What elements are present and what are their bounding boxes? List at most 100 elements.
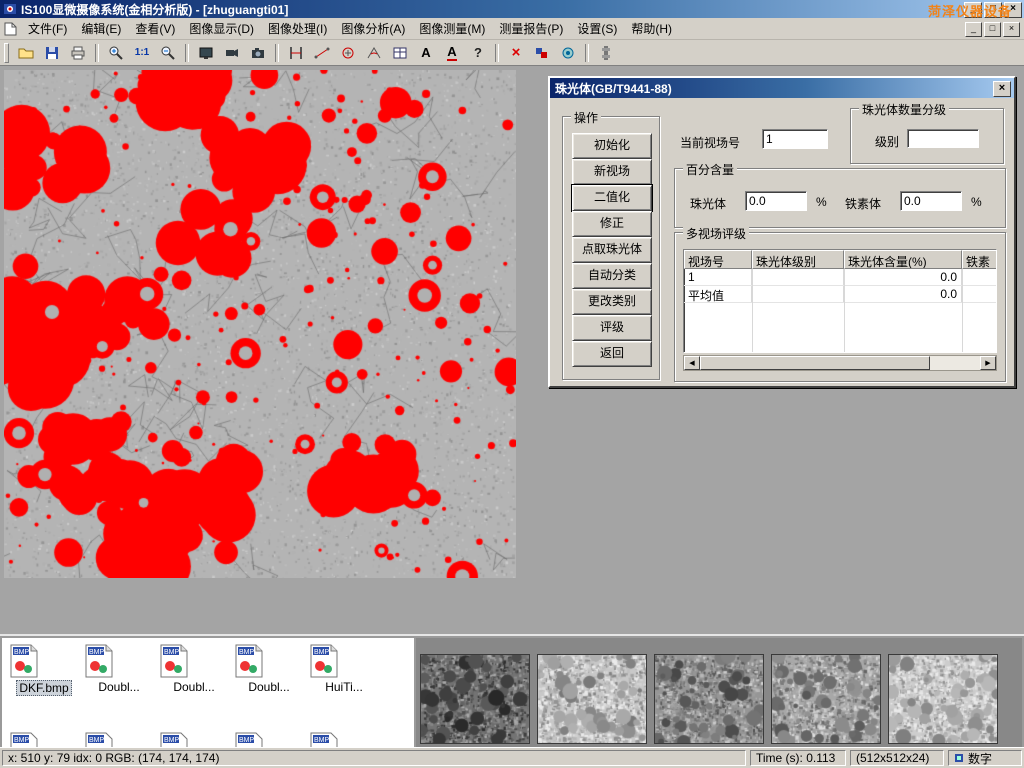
pearlite-percent-input[interactable] <box>745 191 807 211</box>
help-icon[interactable]: ? <box>466 42 490 64</box>
binarize-button[interactable]: 二值化 <box>572 185 652 211</box>
toolbar-separator <box>185 44 189 62</box>
calibration-icon[interactable] <box>556 42 580 64</box>
scrollbar-thumb[interactable] <box>700 356 930 370</box>
window-title: IS100显微摄像系统(金相分析版) - [zhuguangti01] <box>21 1 288 18</box>
file-item[interactable]: BMP DKF.bmp <box>8 644 80 699</box>
svg-text:BMP: BMP <box>14 737 30 744</box>
scroll-left-icon[interactable]: ◀ <box>684 356 700 370</box>
current-view-label: 当前视场号 <box>680 134 740 151</box>
menu-image-analysis[interactable]: 图像分析(A) <box>334 18 412 39</box>
auto-classify-button[interactable]: 自动分类 <box>572 263 652 289</box>
text-annotation-icon[interactable]: A <box>414 42 438 64</box>
bmp-file-icon: BMP <box>8 644 40 678</box>
toolbar-separator <box>495 44 499 62</box>
capture-camera-icon[interactable] <box>246 42 270 64</box>
video-camera-icon[interactable] <box>220 42 244 64</box>
table-horizontal-scrollbar[interactable]: ◀ ▶ <box>683 355 997 371</box>
file-browser[interactable]: BMP DKF.bmp BMP Doubl... BMP Doubl... BM… <box>2 638 414 747</box>
print-icon[interactable] <box>66 42 90 64</box>
col-pearlite-pct[interactable]: 珠光体含量(%) <box>844 250 962 269</box>
file-item-partial[interactable]: BMP <box>233 732 305 747</box>
col-ferrite[interactable]: 铁素 <box>962 250 997 269</box>
thumbnail-image[interactable] <box>888 654 998 744</box>
file-name: Doubl... <box>171 680 216 694</box>
mdi-close-button[interactable]: × <box>1003 22 1020 37</box>
menu-edit[interactable]: 编辑(E) <box>74 18 128 39</box>
mdi-restore-button[interactable]: □ <box>984 22 1001 37</box>
menu-file[interactable]: 文件(F) <box>21 18 74 39</box>
file-item-partial[interactable]: BMP <box>8 732 80 747</box>
thumbnail-image[interactable] <box>420 654 530 744</box>
new-field-button[interactable]: 新视场 <box>572 159 652 185</box>
file-item[interactable]: BMP Doubl... <box>83 644 155 697</box>
delete-measure-icon[interactable]: × <box>504 42 528 64</box>
color-extract-icon[interactable] <box>530 42 554 64</box>
actual-size-icon[interactable]: 1:1 <box>130 42 154 64</box>
file-item-partial[interactable]: BMP <box>83 732 155 747</box>
correct-button[interactable]: 修正 <box>572 211 652 237</box>
menu-help[interactable]: 帮助(H) <box>624 18 679 39</box>
operation-group-label: 操作 <box>571 109 601 126</box>
menu-view[interactable]: 查看(V) <box>128 18 182 39</box>
zoom-in-icon[interactable] <box>104 42 128 64</box>
cell-ferrite <box>962 286 997 302</box>
menu-measure-report[interactable]: 测量报告(P) <box>492 18 570 39</box>
dialog-close-icon[interactable]: × <box>993 81 1011 97</box>
col-pearlite-grade[interactable]: 珠光体级别 <box>752 250 844 269</box>
pearlite-label: 珠光体 <box>690 195 726 212</box>
micrometer-icon[interactable] <box>594 42 618 64</box>
ferrite-percent-input[interactable] <box>900 191 962 211</box>
change-class-button[interactable]: 更改类别 <box>572 289 652 315</box>
menu-image-measure[interactable]: 图像测量(M) <box>412 18 492 39</box>
file-item-partial[interactable]: BMP <box>158 732 230 747</box>
initialize-button[interactable]: 初始化 <box>572 133 652 159</box>
table-gridline <box>962 269 963 352</box>
file-item-partial[interactable]: BMP <box>308 732 380 747</box>
grid-icon[interactable] <box>388 42 412 64</box>
mdi-minimize-button[interactable]: _ <box>965 22 982 37</box>
return-button[interactable]: 返回 <box>572 341 652 367</box>
measure-length-icon[interactable] <box>284 42 308 64</box>
rate-button[interactable]: 评级 <box>572 315 652 341</box>
menu-image-display[interactable]: 图像显示(D) <box>182 18 261 39</box>
pick-pearlite-button[interactable]: 点取珠光体 <box>572 237 652 263</box>
menu-settings[interactable]: 设置(S) <box>570 18 624 39</box>
toolbar-grip[interactable] <box>4 43 9 63</box>
file-item[interactable]: BMP HuiTi... <box>308 644 380 697</box>
open-icon[interactable] <box>14 42 38 64</box>
ferrite-percent-sign: % <box>971 195 982 209</box>
thumbnail-image[interactable] <box>771 654 881 744</box>
thumbnail-image[interactable] <box>537 654 647 744</box>
svg-text:BMP: BMP <box>239 649 255 656</box>
zoom-out-icon[interactable] <box>156 42 180 64</box>
display-settings-icon[interactable] <box>194 42 218 64</box>
file-item[interactable]: BMP Doubl... <box>233 644 305 697</box>
font-settings-icon[interactable]: A <box>440 42 464 64</box>
file-item[interactable]: BMP Doubl... <box>158 644 230 697</box>
table-row[interactable]: 平均值 0.0 <box>684 286 996 303</box>
grade-input[interactable] <box>907 129 979 148</box>
svg-text:BMP: BMP <box>14 649 30 656</box>
rating-table[interactable]: 视场号 珠光体级别 珠光体含量(%) 铁素 1 0.0 平均值 0.0 <box>683 249 997 353</box>
percent-group: 百分含量 珠光体 % 铁素体 % <box>674 168 1006 228</box>
svg-text:BMP: BMP <box>314 649 330 656</box>
col-field-number[interactable]: 视场号 <box>684 250 752 269</box>
dialog-title-bar[interactable]: 珠光体(GB/T9441-88) × <box>550 78 1014 98</box>
thumbnail-image[interactable] <box>654 654 764 744</box>
save-icon[interactable] <box>40 42 64 64</box>
micrograph-image[interactable] <box>4 70 516 578</box>
current-view-input[interactable] <box>762 129 828 149</box>
measure-circle-icon[interactable] <box>336 42 360 64</box>
multi-field-group-label: 多视场评级 <box>683 225 749 242</box>
menu-image-process[interactable]: 图像处理(I) <box>261 18 334 39</box>
pearlite-dialog: 珠光体(GB/T9441-88) × 操作 初始化 新视场 二值化 修正 点取珠… <box>548 76 1016 388</box>
scroll-right-icon[interactable]: ▶ <box>980 356 996 370</box>
table-gridline <box>752 269 753 352</box>
table-row[interactable]: 1 0.0 <box>684 269 996 286</box>
file-name: Doubl... <box>246 680 291 694</box>
measure-angle-icon[interactable] <box>362 42 386 64</box>
measure-distance-icon[interactable] <box>310 42 334 64</box>
status-time: Time (s): 0.113 <box>750 750 846 766</box>
cell-field: 1 <box>684 269 752 285</box>
